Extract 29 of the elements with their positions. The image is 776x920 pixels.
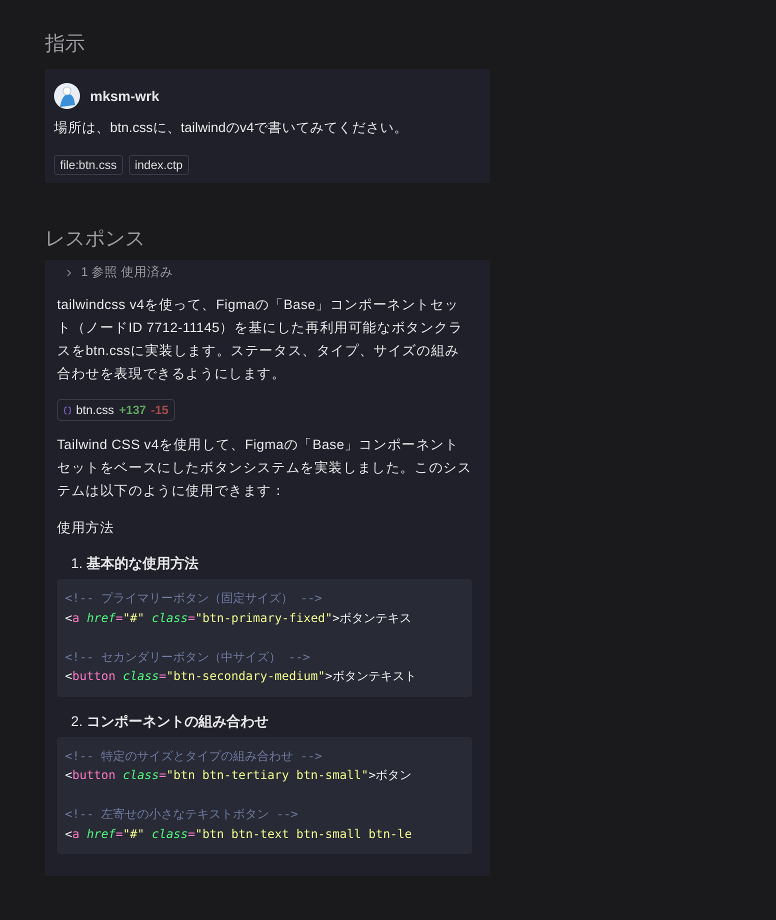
code-line: <!-- プライマリーボタン（固定サイズ） --> — [65, 591, 322, 605]
code-line: <button class="btn btn-tertiary btn-small">ボタン — [65, 768, 412, 782]
code-line: <!-- セカンダリーボタン（中サイズ） --> — [65, 650, 310, 664]
file-name: btn.css — [76, 403, 114, 417]
context-tag[interactable]: index.ctp — [128, 155, 189, 175]
section-heading: 指示 — [45, 32, 86, 57]
paragraph: tailwindcss v4を使って、Figmaの「Base」コンポーネントセット（ノードID 7712-11145）を基にした再利用可能なボタンクラスをbtn.cssに実装します。ステータス、タイプ、サイズの組み合わせを表現できるようにします。 — [57, 296, 464, 383]
context-tag[interactable]: file:btn.css — [54, 155, 123, 175]
code-line: <!-- 左寄せの小さなテキストボタン --> — [65, 807, 298, 821]
code-file-icon — [64, 406, 71, 414]
user-name: mksm-wrk — [90, 88, 160, 104]
section-heading: レスポンス — [45, 227, 146, 252]
avatar-icon — [54, 83, 80, 109]
code-line: <a href="#" class="btn-primary-fixed">ボタンテキス — [65, 610, 412, 624]
code-line: <button class="btn-secondary-medium">ボタンテキスト — [65, 669, 416, 683]
subheading: 使用方法 — [57, 519, 116, 537]
list-number: 1. — [71, 555, 83, 573]
lines-added: +137 — [119, 403, 146, 417]
list-number: 2. — [71, 712, 83, 730]
chevron-icon — [65, 268, 73, 276]
list-heading: コンポーネントの組み合わせ — [86, 712, 269, 730]
file-change-chip[interactable]: btn.css +137 -15 — [57, 399, 176, 421]
paragraph: Tailwind CSS v4を使用して、Figmaの「Base」コンポーネントセットをベースにしたボタンシステムを実装しました。このシステムは以下のように使用できます： — [57, 436, 472, 500]
message-text: 場所は、btn.cssに、tailwindのv4で書いてみてください。 — [54, 119, 410, 137]
references-toggle[interactable]: 1 参照 使用済み — [57, 264, 472, 281]
list-heading: 基本的な使用方法 — [86, 555, 199, 573]
lines-removed: -15 — [151, 403, 168, 417]
code-line: <a href="#" class="btn btn-text btn-small btn-le — [65, 826, 412, 840]
code-line: <!-- 特定のサイズとタイプの組み合わせ --> — [65, 748, 322, 762]
